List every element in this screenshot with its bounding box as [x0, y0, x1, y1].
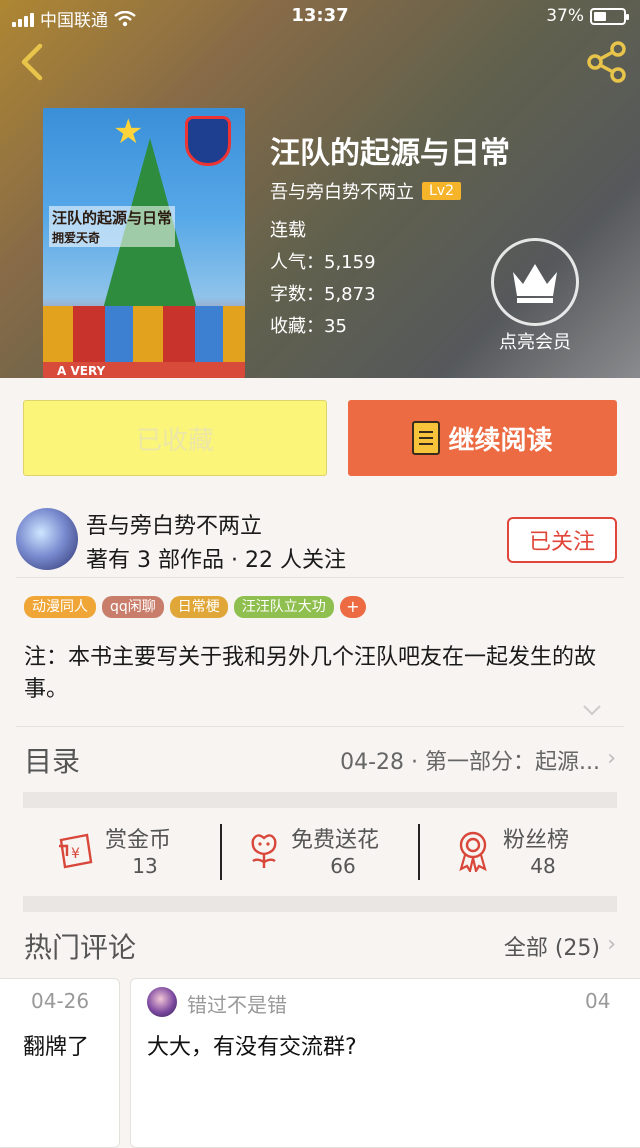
- svg-text:¥: ¥: [71, 846, 80, 862]
- book-header: 中国联通 13:37 37% ★ 汪队的起源与日常 拥爱天奇 A VERY 汪队…: [0, 0, 640, 378]
- clock: 13:37: [291, 5, 349, 26]
- book-status: 连载: [270, 220, 306, 241]
- flower-icon: [251, 834, 277, 868]
- cover-title-art: 汪队的起源与日常 拥爱天奇: [49, 206, 176, 247]
- book-word-count: 字数：5,873: [270, 284, 376, 305]
- tag-item[interactable]: qq闲聊: [102, 596, 164, 618]
- author-stats: 著有 3 部作品 · 22 人关注: [86, 548, 346, 573]
- send-flower-button[interactable]: 免费送花 66: [221, 822, 419, 882]
- battery-icon: [590, 7, 629, 25]
- comment-card[interactable]: 04-26 翻牌了: [0, 978, 120, 1148]
- comment-text: 翻牌了: [23, 1035, 90, 1060]
- comment-date: 04-26: [31, 989, 90, 1013]
- reward-coin-icon: ¥: [59, 833, 93, 869]
- author-name[interactable]: 吾与旁白势不两立: [86, 508, 262, 540]
- cover-star-art: ★: [113, 112, 144, 152]
- fan-ranking-label: 粉丝榜: [503, 828, 570, 853]
- reward-coin-count: 13: [132, 854, 158, 878]
- comment-card[interactable]: 错过不是错 04 大大，有没有交流群?: [130, 978, 640, 1148]
- reward-coin-label: 赏金币: [105, 828, 172, 853]
- all-comments-link[interactable]: 全部 (25): [504, 930, 600, 962]
- share-button[interactable]: [586, 40, 630, 84]
- catalog-row[interactable]: 目录 04-28 · 第一部分：起源... ›: [0, 728, 640, 792]
- add-tag-button[interactable]: +: [339, 596, 366, 618]
- expand-intro-icon[interactable]: [582, 704, 602, 716]
- collected-button[interactable]: 已收藏: [23, 400, 327, 476]
- divider: [16, 726, 624, 727]
- book-popularity: 人气：5,159: [270, 252, 376, 273]
- tag-item[interactable]: 动漫同人: [24, 596, 96, 618]
- cover-gifts-art: [43, 306, 245, 362]
- tag-item[interactable]: 日常梗: [169, 596, 228, 618]
- status-bar: 中国联通 13:37 37%: [0, 0, 640, 34]
- vip-button[interactable]: 点亮会员: [490, 238, 580, 354]
- send-flower-label: 免费送花: [291, 828, 380, 853]
- tag-list: 动漫同人 qq闲聊 日常梗 汪汪队立大功 +: [24, 596, 366, 618]
- book-cover[interactable]: ★ 汪队的起源与日常 拥爱天奇 A VERY: [43, 108, 245, 378]
- medal-icon: [459, 831, 487, 872]
- book-intro: 注：本书主要写关于我和另外几个汪队吧友在一起发生的故事。: [24, 645, 597, 702]
- author-level-badge: Lv2: [422, 182, 461, 200]
- book-author[interactable]: 吾与旁白势不两立: [270, 178, 414, 204]
- comment-text: 大大，有没有交流群?: [147, 1035, 357, 1060]
- chevron-right-icon: ›: [607, 932, 616, 957]
- catalog-title: 目录: [24, 745, 81, 778]
- stats-row: ¥ 赏金币 13 免费送花 66 粉丝榜 48: [23, 808, 617, 896]
- back-button[interactable]: [14, 42, 50, 82]
- cover-badge-art: [185, 116, 231, 166]
- divider: [16, 577, 624, 578]
- section-separator: [23, 792, 617, 808]
- reward-coin-button[interactable]: ¥ 赏金币 13: [23, 822, 221, 882]
- author-avatar[interactable]: [16, 508, 78, 570]
- follow-button[interactable]: 已关注: [507, 517, 617, 563]
- send-flower-count: 66: [330, 854, 356, 878]
- battery-group: 37%: [546, 6, 629, 26]
- continue-reading-button[interactable]: 继续阅读: [348, 400, 617, 476]
- fan-ranking-count: 48: [530, 854, 556, 878]
- comment-date: 04: [585, 989, 611, 1013]
- latest-chapter[interactable]: 04-28 · 第一部分：起源...: [340, 744, 600, 776]
- hot-comments-title: 热门评论: [24, 931, 137, 964]
- continue-reading-label: 继续阅读: [448, 425, 553, 456]
- section-separator: [23, 896, 617, 912]
- fan-ranking-button[interactable]: 粉丝榜 48: [419, 822, 617, 882]
- vip-label: 点亮会员: [499, 332, 571, 353]
- book-icon: [412, 421, 441, 455]
- book-favorites: 收藏：35: [270, 316, 347, 337]
- tag-item[interactable]: 汪汪队立大功: [233, 596, 334, 618]
- commenter-avatar[interactable]: [147, 987, 177, 1017]
- chevron-right-icon: ›: [607, 746, 616, 771]
- book-author-row: 吾与旁白势不两立 Lv2: [270, 178, 461, 204]
- book-title: 汪队的起源与日常: [270, 136, 510, 171]
- commenter-name[interactable]: 错过不是错: [187, 989, 287, 1018]
- crown-icon: [513, 264, 557, 303]
- battery-percent: 37%: [546, 6, 584, 26]
- cover-footer-art: A VERY: [57, 364, 106, 378]
